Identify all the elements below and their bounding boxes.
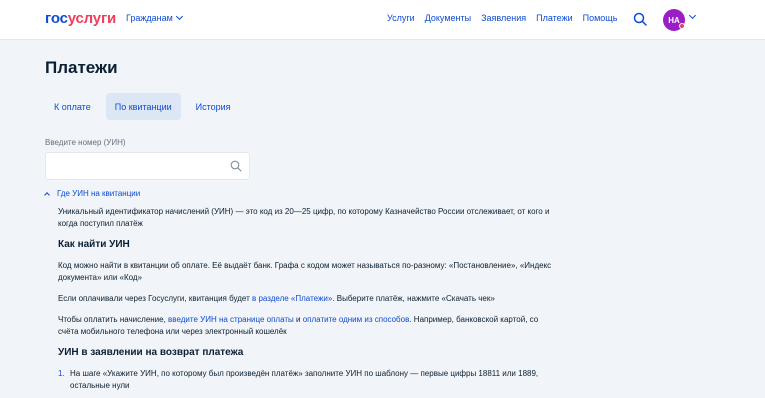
refund-steps-list: 1. На шаге «Укажите УИН, по которому был… — [58, 368, 558, 392]
uin-field-label: Введите номер (УИН) — [45, 138, 126, 147]
list-item: 1. На шаге «Укажите УИН, по которому был… — [58, 368, 558, 392]
chevron-down-icon — [175, 12, 183, 21]
gosuslugi-receipt-text: Если оплачивали через Госуслуги, квитанц… — [58, 293, 558, 305]
tab-to-pay[interactable]: К оплате — [45, 93, 100, 120]
top-header: госуслуги Гражданам Услуги Документы Зая… — [0, 0, 765, 40]
gosuslugi-text-end: . Выберите платёж, нажмите «Скачать чек» — [332, 294, 495, 303]
how-to-find-heading: Как найти УИН — [58, 239, 130, 250]
pay-text-mid: и — [293, 315, 303, 324]
logo-text-part1: гос — [45, 10, 68, 27]
search-icon[interactable] — [230, 160, 242, 172]
page-title: Платежи — [45, 58, 118, 77]
main-nav: Услуги Документы Заявления Платежи Помощ… — [387, 13, 617, 23]
uin-help-toggle[interactable]: Где УИН на квитанции — [44, 189, 141, 198]
enter-uin-link[interactable]: введите УИН на странице оплаты — [168, 315, 294, 324]
notification-dot-icon — [679, 23, 685, 29]
pay-instructions-text: Чтобы оплатить начисление, введите УИН н… — [58, 314, 558, 338]
uin-help-toggle-label: Где УИН на квитанции — [57, 189, 141, 198]
avatar-initials: НА — [668, 15, 680, 25]
chevron-up-icon — [44, 191, 50, 198]
profile-chevron-down-icon[interactable] — [688, 11, 697, 20]
pay-methods-link[interactable]: оплатите одним из способов — [303, 315, 410, 324]
nav-item-help[interactable]: Помощь — [583, 13, 618, 23]
nav-item-applications[interactable]: Заявления — [481, 13, 526, 23]
citizen-dropdown-label: Гражданам — [126, 13, 173, 23]
pay-text-start: Чтобы оплатить начисление, — [58, 315, 169, 324]
gosuslugi-text-start: Если оплачивали через Госуслуги, квитанц… — [58, 294, 252, 303]
step-text: На шаге «Укажите УИН, по которому был пр… — [70, 369, 539, 390]
tab-by-receipt[interactable]: По квитанции — [105, 93, 181, 120]
gosuslugi-logo[interactable]: госуслуги — [45, 10, 116, 27]
search-icon[interactable] — [633, 12, 647, 26]
how-to-find-text: Код можно найти в квитанции об оплате. Е… — [58, 261, 552, 282]
tab-history[interactable]: История — [187, 93, 240, 120]
logo-text-part2: услуги — [67, 10, 117, 27]
citizen-dropdown[interactable]: Гражданам — [126, 12, 183, 23]
uin-field — [45, 152, 250, 180]
uin-intro-text: Уникальный идентификатор начислений (УИН… — [58, 207, 550, 228]
nav-item-services[interactable]: Услуги — [387, 13, 415, 23]
nav-item-documents[interactable]: Документы — [425, 13, 471, 23]
uin-input[interactable] — [46, 153, 216, 179]
nav-item-payments[interactable]: Платежи — [536, 13, 573, 23]
payments-section-link[interactable]: в разделе «Платежи» — [252, 294, 332, 303]
uin-help-content: Уникальный идентификатор начислений (УИН… — [58, 206, 558, 392]
payment-tabs: К оплате По квитанции История — [45, 93, 240, 120]
step-number: 1. — [58, 369, 65, 378]
refund-heading: УИН в заявлении на возврат платежа — [58, 347, 244, 358]
